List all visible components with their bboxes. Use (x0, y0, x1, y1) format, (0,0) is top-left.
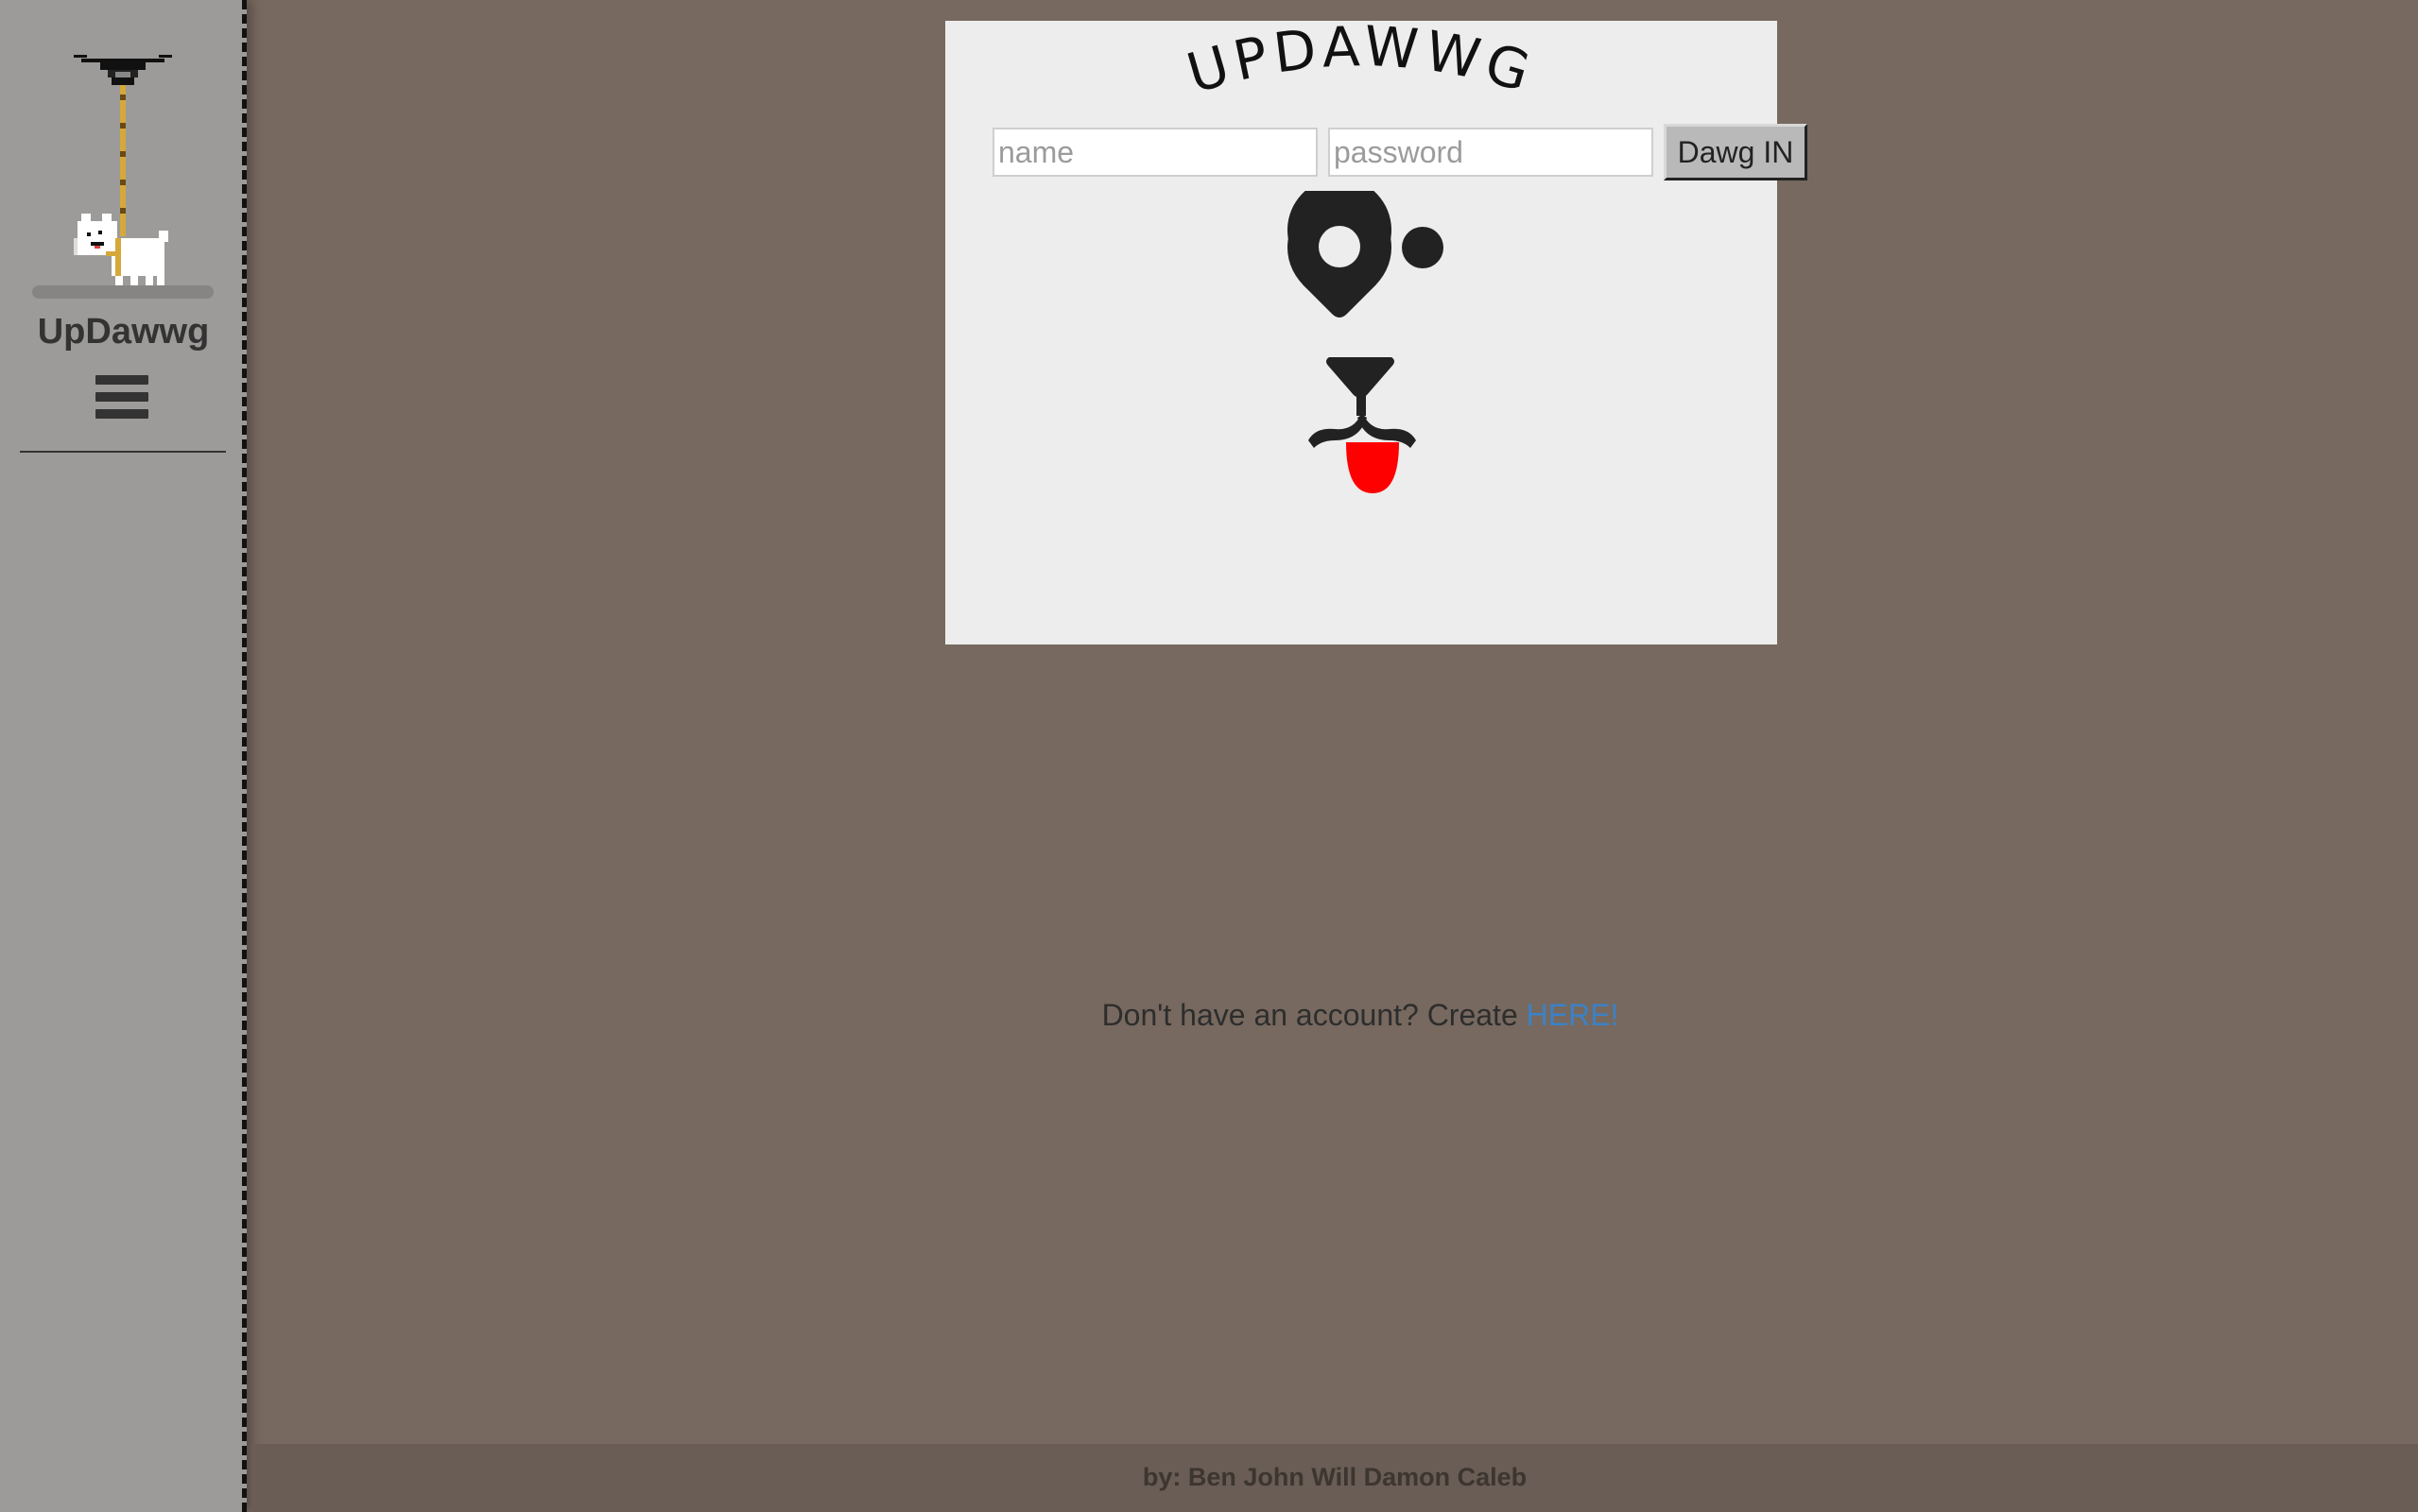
footer-credits: by: Ben John Will Damon Caleb (1142, 1463, 1528, 1491)
svg-text:UPDAWWG: UPDAWWG (1180, 21, 1542, 106)
login-card: UPDAWWG Dawg IN (945, 21, 1807, 644)
hamburger-menu-icon[interactable] (95, 375, 148, 428)
login-title-text: UPDAWWG (1180, 21, 1536, 106)
create-account-link[interactable]: HERE! (1527, 998, 1619, 1032)
dog-face-illustration (945, 191, 1777, 531)
signup-prompt-text: Don't have an account? Create (1101, 998, 1527, 1032)
sidebar: UpDawwg (0, 0, 247, 1512)
menu-bar (95, 375, 148, 385)
name-input[interactable] (993, 128, 1318, 177)
password-input[interactable] (1328, 128, 1653, 177)
dawg-in-button[interactable]: Dawg IN (1664, 124, 1807, 180)
menu-bar (95, 409, 148, 419)
sidebar-divider (20, 451, 226, 453)
dog-nose-mouth-icon (1308, 357, 1416, 493)
brand-name[interactable]: UpDawwg (0, 312, 247, 352)
eye-dot-icon (1402, 227, 1443, 268)
signup-prompt: Don't have an account? Create HERE! (0, 998, 2418, 1033)
logo-shadow (32, 285, 214, 299)
drone-carrying-dog-icon[interactable] (74, 53, 172, 289)
app-root: UpDawwg UPDAWWG Dawg IN (0, 0, 2418, 1512)
footer: by: Ben John Will Damon Caleb (251, 1444, 2418, 1512)
map-pin-eye-icon (1287, 191, 1391, 318)
menu-bar (95, 392, 148, 402)
login-title: UPDAWWG (945, 21, 1777, 134)
